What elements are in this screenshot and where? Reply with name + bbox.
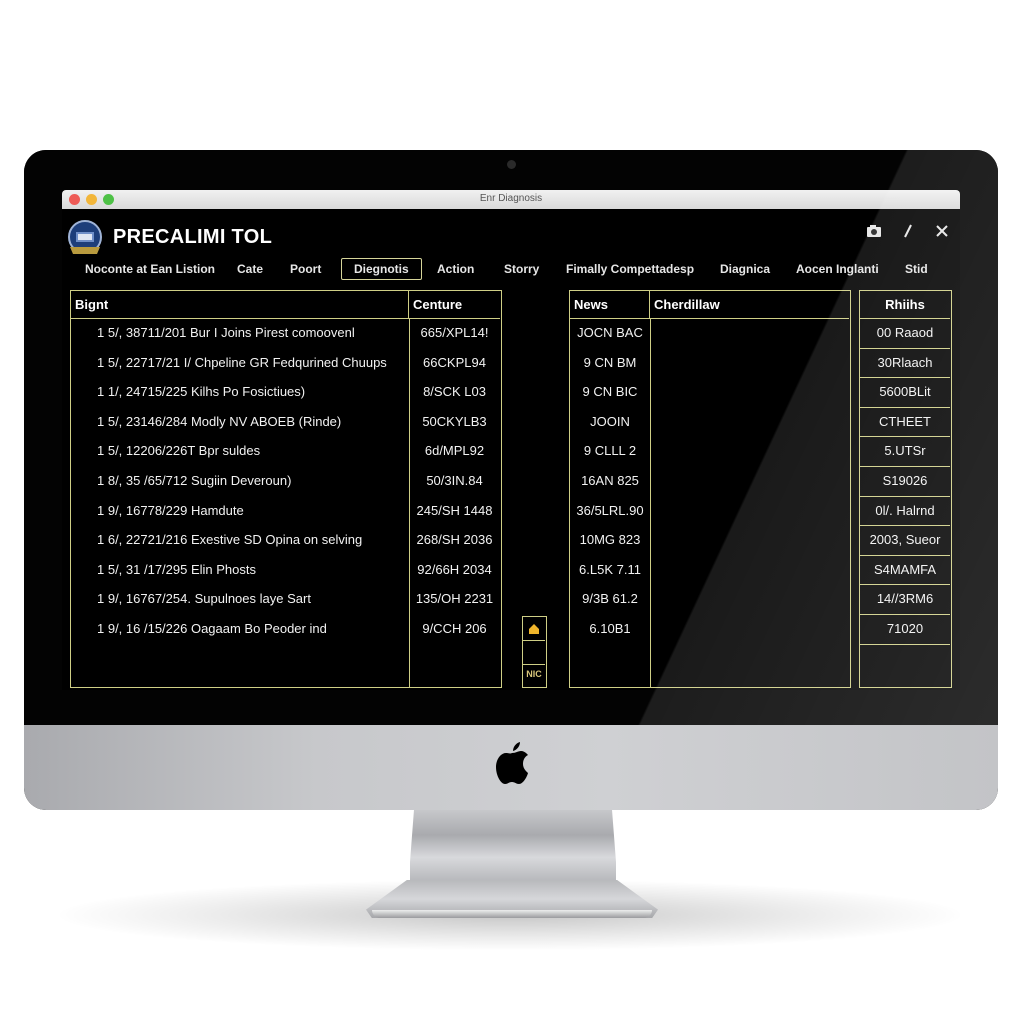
table-cell-centure[interactable]: 268/SH 2036 [409, 532, 500, 547]
table-cell-centure[interactable]: 50/3IN.84 [409, 473, 500, 488]
table-cell-bignt[interactable]: 1 5/, 23146/284 Modly NV ABOEB (Rinde) [97, 414, 341, 429]
window-titlebar: Enr Diagnosis [62, 190, 960, 209]
table-cell-bignt[interactable]: 1 5/, 12206/226T Bpr suldes [97, 443, 260, 458]
tab-bar: Noconte at Ean Listion Cate Poort Diegno… [62, 258, 960, 287]
table-cell-centure[interactable]: 66CKPL94 [409, 355, 500, 370]
table-cell-rhiihs[interactable]: 0l/. Halrnd [860, 497, 950, 527]
table-cell-news[interactable]: 6.10B1 [570, 621, 650, 636]
table-cell-bignt[interactable]: 1 5/, 31 /17/295 Elin Phosts [97, 562, 256, 577]
table-cell-rhiihs[interactable] [860, 645, 950, 675]
app-title: PRECALIMI TOL [113, 226, 273, 248]
table-cell-bignt[interactable]: 1 1/, 24715/225 Kilhs Po Fosictiues) [97, 384, 305, 399]
camera-icon [507, 160, 516, 169]
left-table: Bignt Centure 1 5/, 38711/201 Bur I Join… [70, 290, 502, 688]
table-cell-rhiihs[interactable]: 2003, Sueor [860, 526, 950, 556]
table-cell-bignt[interactable]: 1 6/, 22721/216 Exestive SD Opina on sel… [97, 532, 362, 547]
table-cell-centure[interactable]: 135/OH 2231 [409, 591, 500, 606]
table-cell-bignt[interactable]: 1 9/, 16767/254. Supulnoes laye Sart [97, 591, 311, 606]
table-cell-centure[interactable]: 50CKYLB3 [409, 414, 500, 429]
column-header-cherdillaw[interactable]: Cherdillaw [650, 291, 849, 319]
table-cell-centure[interactable]: 665/XPL14! [409, 325, 500, 340]
table-cell-bignt[interactable]: 1 9/, 16 /15/226 Oagaam Bo Peoder ind [97, 621, 327, 636]
camera-icon[interactable] [866, 223, 882, 239]
table-cell-centure[interactable]: 92/66H 2034 [409, 562, 500, 577]
tab-diegnotis[interactable]: Diegnotis [341, 258, 422, 280]
table-cell-rhiihs[interactable]: 5600BLit [860, 378, 950, 408]
column-header-bignt[interactable]: Bignt [71, 291, 409, 319]
app-window: Enr Diagnosis PRECALIMI TOL Noconte at E… [62, 190, 960, 690]
table-cell-rhiihs[interactable]: S19026 [860, 467, 950, 497]
table-cell-bignt[interactable]: 1 8/, 35 /65/712 Sugiin Deveroun) [97, 473, 291, 488]
table-cell-rhiihs[interactable]: 00 Raaod [860, 319, 950, 349]
tab-diagnica[interactable]: Diagnica [720, 262, 770, 276]
table-cell-news[interactable]: 10MG 823 [570, 532, 650, 547]
table-cell-rhiihs[interactable]: 14//3RM6 [860, 585, 950, 615]
tab-fimally[interactable]: Fimally Compettadesp [566, 262, 694, 276]
table-cell-rhiihs[interactable]: 71020 [860, 615, 950, 645]
imac-monitor: Enr Diagnosis PRECALIMI TOL Noconte at E… [24, 150, 998, 810]
table-cell-rhiihs[interactable]: 5.UTSr [860, 437, 950, 467]
table-cell-news[interactable]: 9/3B 61.2 [570, 591, 650, 606]
table-cell-centure[interactable]: 6d/MPL92 [409, 443, 500, 458]
table-cell-rhiihs[interactable]: S4MAMFA [860, 556, 950, 586]
column-header-news[interactable]: News [570, 291, 650, 319]
tab-storry[interactable]: Storry [504, 262, 539, 276]
column-divider [650, 319, 651, 687]
app-logo-icon [68, 220, 102, 254]
tab-cate[interactable]: Cate [237, 262, 263, 276]
lock-icon[interactable] [523, 617, 545, 641]
table-cell-rhiihs[interactable]: CTHEET [860, 408, 950, 438]
monitor-stand-edge [372, 910, 652, 918]
tab-noconte[interactable]: Noconte at Ean Listion [85, 262, 215, 276]
tab-poort[interactable]: Poort [290, 262, 321, 276]
scroll-widget[interactable]: NIC [522, 616, 547, 688]
table-cell-news[interactable]: 36/5LRL.90 [570, 503, 650, 518]
table-cell-centure[interactable]: 245/SH 1448 [409, 503, 500, 518]
edit-icon[interactable] [900, 223, 916, 239]
apple-logo-icon [496, 742, 528, 784]
table-cell-news[interactable]: JOCN BAC [570, 325, 650, 340]
table-cell-bignt[interactable]: 1 5/, 22717/21 I/ Chpeline GR Fedqurined… [97, 355, 387, 370]
close-icon[interactable] [934, 223, 950, 239]
tab-stid[interactable]: Stid [905, 262, 928, 276]
table-cell-news[interactable]: 16AN 825 [570, 473, 650, 488]
window-title: Enr Diagnosis [479, 193, 543, 204]
middle-table: News Cherdillaw JOCN BAC 9 CN BM 9 CN BIC J… [569, 290, 851, 688]
scroll-widget-label: NIC [526, 669, 542, 679]
right-table: Rhiihs 00 Raaod 30Rlaach 5600BLit CTHEET 5.U… [859, 290, 952, 688]
table-cell-news[interactable]: 9 CLLL 2 [570, 443, 650, 458]
table-cell-rhiihs[interactable]: 30Rlaach [860, 349, 950, 379]
table-cell-news[interactable]: 6.L5K 7.11 [570, 562, 650, 577]
tab-action[interactable]: Action [437, 262, 474, 276]
table-cell-bignt[interactable]: 1 9/, 16778/229 Hamdute [97, 503, 244, 518]
table-cell-centure[interactable]: 8/SCK L03 [409, 384, 500, 399]
table-cell-news[interactable]: JOOIN [570, 414, 650, 429]
column-header-centure[interactable]: Centure [409, 291, 500, 319]
tab-aocen[interactable]: Aocen Inglanti [796, 262, 879, 276]
table-cell-news[interactable]: 9 CN BM [570, 355, 650, 370]
table-cell-news[interactable]: 9 CN BIC [570, 384, 650, 399]
table-cell-bignt[interactable]: 1 5/, 38711/201 Bur I Joins Pirest comoo… [97, 325, 355, 340]
app-header: PRECALIMI TOL [62, 209, 960, 259]
column-header-rhiihs[interactable]: Rhiihs [860, 291, 950, 319]
table-cell-centure[interactable]: 9/CCH 206 [409, 621, 500, 636]
